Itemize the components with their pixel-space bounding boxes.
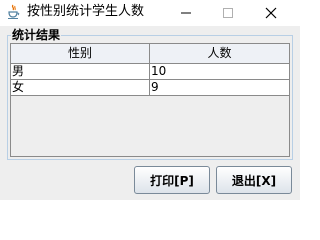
window-title: 按性别统计学生人数	[27, 4, 145, 19]
cell-gender[interactable]: 女	[11, 80, 150, 95]
java-cup-icon[interactable]	[6, 4, 22, 20]
cell-count[interactable]: 9	[150, 80, 289, 95]
table-header: 性别 人数	[11, 44, 289, 64]
cell-count[interactable]: 10	[150, 64, 289, 79]
app-window: 按性别统计学生人数 统计结果 性别 人数 男 10 女 9 打印[P] 退出[X…	[0, 0, 300, 200]
print-button[interactable]: 打印[P]	[134, 166, 210, 194]
result-group-label: 统计结果	[11, 28, 62, 42]
title-bar[interactable]: 按性别统计学生人数	[0, 0, 300, 26]
exit-button[interactable]: 退出[X]	[216, 166, 292, 194]
cell-gender[interactable]: 男	[11, 64, 150, 79]
column-header-gender[interactable]: 性别	[11, 44, 150, 63]
content-panel: 统计结果 性别 人数 男 10 女 9 打印[P] 退出[X]	[0, 26, 300, 200]
close-icon[interactable]	[250, 0, 292, 26]
minimize-icon[interactable]	[165, 0, 207, 26]
result-table[interactable]: 性别 人数 男 10 女 9	[10, 43, 290, 157]
maximize-icon[interactable]	[207, 0, 249, 26]
table-row[interactable]: 男 10	[11, 64, 289, 80]
table-row[interactable]: 女 9	[11, 80, 289, 96]
column-header-count[interactable]: 人数	[150, 44, 289, 63]
